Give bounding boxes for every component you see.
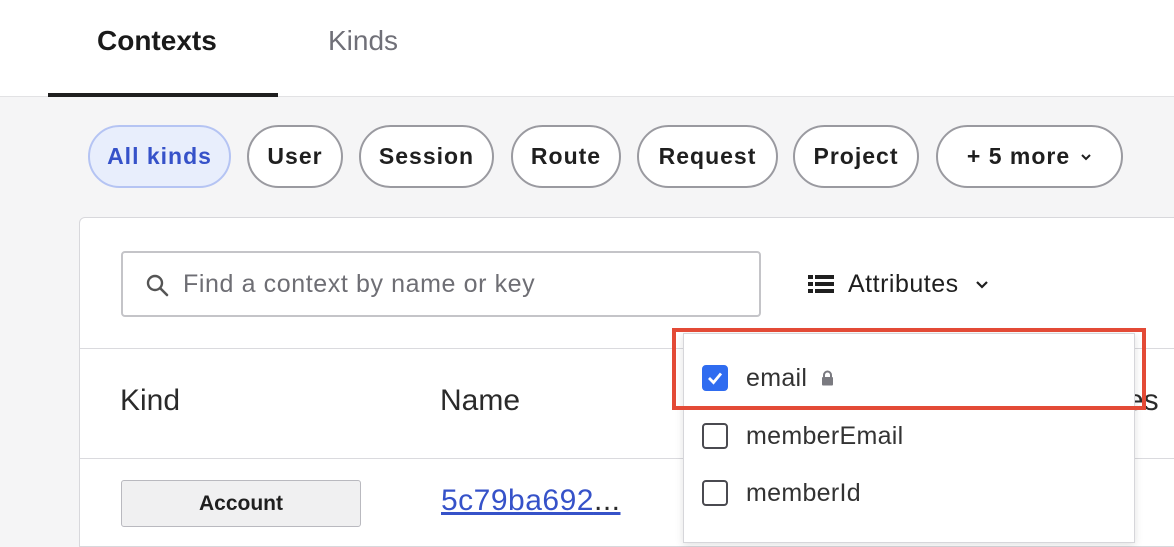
chip-user[interactable]: User (247, 125, 343, 188)
attribute-label: memberEmail (746, 421, 904, 450)
chip-project[interactable]: Project (793, 125, 919, 188)
attribute-label: email (746, 363, 808, 392)
chevron-down-icon (975, 281, 988, 289)
attribute-label: memberId (746, 478, 861, 507)
attribute-option-email[interactable]: email (702, 358, 834, 398)
column-header-name: Name (440, 384, 521, 417)
chip-more-kinds[interactable]: + 5 more (936, 125, 1123, 188)
top-tab-bar: Contexts Kinds (0, 0, 1174, 97)
chip-label: Route (530, 143, 602, 169)
chip-request[interactable]: Request (637, 125, 778, 188)
chip-all-kinds[interactable]: All kinds (88, 125, 231, 188)
chip-label: User (267, 143, 323, 169)
context-name-text[interactable]: 5c79ba692 (441, 484, 594, 517)
chevron-down-icon (1081, 153, 1091, 160)
checkbox-checked[interactable] (702, 365, 728, 391)
search-field[interactable] (121, 251, 761, 317)
name-ellipsis: ... (593, 484, 621, 517)
chip-label: Request (658, 143, 757, 169)
chip-session[interactable]: Session (359, 125, 494, 188)
search-icon (146, 274, 169, 297)
context-name-link[interactable]: 5c79ba692... (441, 484, 621, 518)
tab-contexts[interactable]: Contexts (97, 24, 217, 58)
column-header-kind: Kind (120, 384, 181, 417)
checkbox[interactable] (702, 423, 728, 449)
chip-route[interactable]: Route (511, 125, 621, 188)
attributes-label: Attributes (848, 269, 959, 298)
attributes-button[interactable]: Attributes (808, 265, 989, 303)
check-icon (708, 372, 723, 385)
active-tab-indicator (48, 93, 278, 97)
attribute-option-memberemail[interactable]: memberEmail (702, 416, 904, 456)
kind-badge: Account (121, 480, 361, 527)
attributes-dropdown: email memberEmail memberId (683, 333, 1135, 543)
chip-label: Session (378, 143, 475, 169)
chip-label: Project (813, 143, 899, 169)
attribute-option-memberid[interactable]: memberId (702, 473, 861, 513)
list-icon (808, 275, 834, 293)
tab-kinds[interactable]: Kinds (328, 24, 398, 58)
chip-label: All kinds (107, 143, 212, 169)
checkbox[interactable] (702, 480, 728, 506)
lock-icon (822, 370, 834, 386)
search-input[interactable] (183, 253, 753, 315)
chip-label: + 5 more (966, 143, 1071, 169)
